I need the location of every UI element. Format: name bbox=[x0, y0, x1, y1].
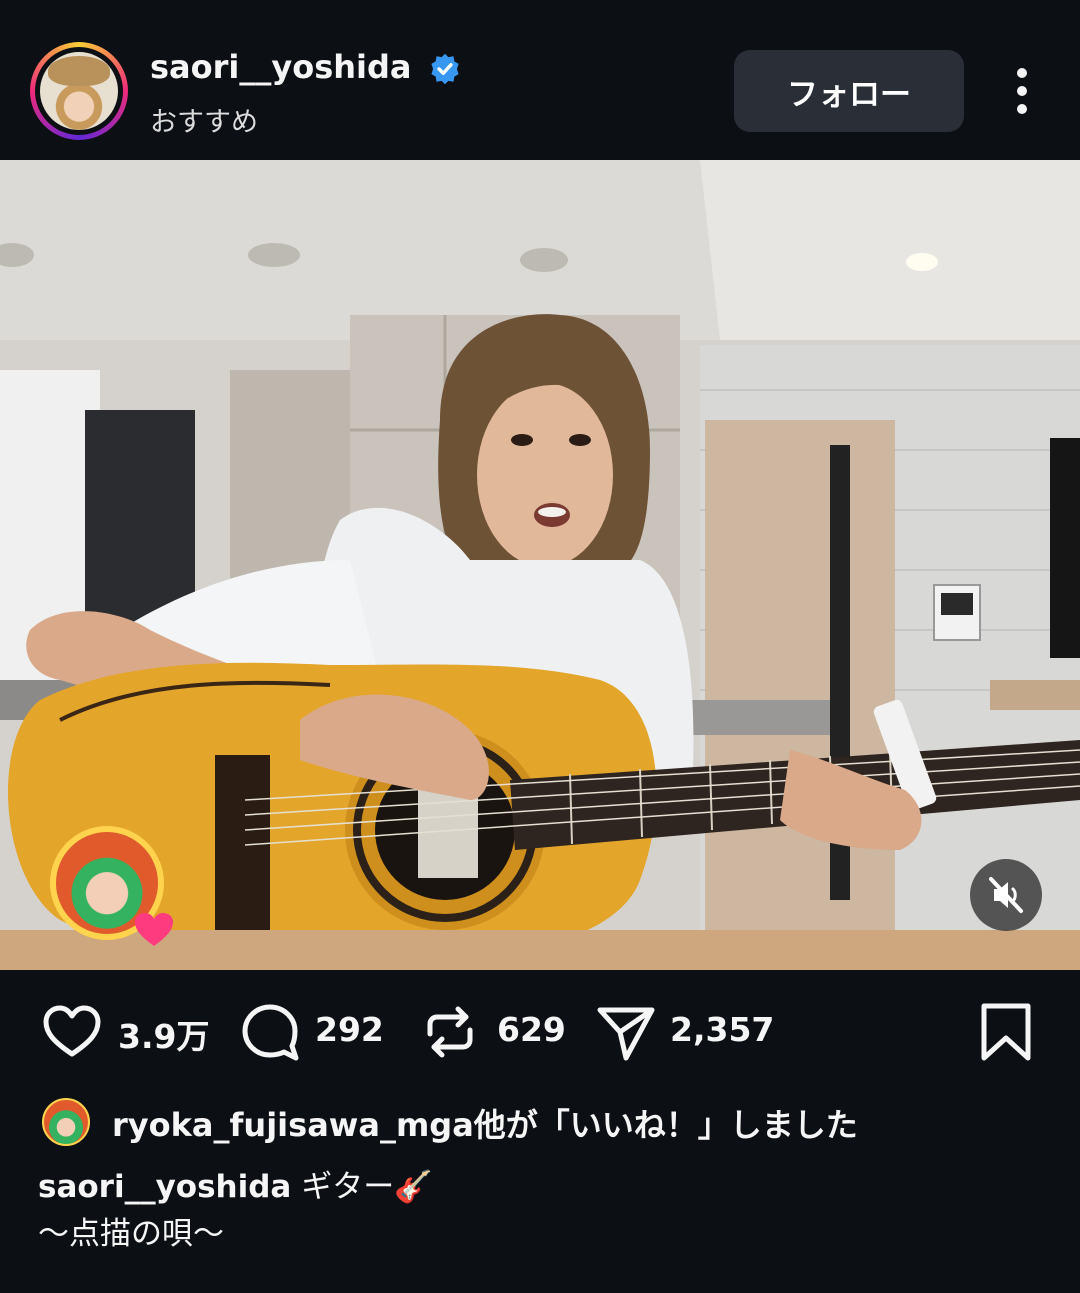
liked-by-text[interactable]: ryoka_fujisawa_mga他が「いいね！」しました bbox=[112, 1100, 858, 1146]
like-count[interactable]: 3.9万 bbox=[118, 1010, 209, 1058]
repost-count[interactable]: 629 bbox=[497, 1010, 566, 1049]
avatar-frame bbox=[35, 47, 123, 135]
verified-badge-icon bbox=[431, 53, 459, 85]
profile-avatar[interactable] bbox=[30, 42, 128, 140]
caption: saori__yoshida ギター🎸 〜点描の唄〜 bbox=[38, 1164, 1038, 1258]
post-header: saori__yoshida おすすめ フォロー bbox=[0, 0, 1080, 160]
video-player[interactable] bbox=[0, 160, 1080, 970]
liked-by-avatar[interactable] bbox=[42, 1098, 90, 1146]
follow-button[interactable]: フォロー bbox=[734, 50, 964, 132]
mute-toggle[interactable] bbox=[970, 859, 1042, 931]
like-icon[interactable] bbox=[42, 1002, 102, 1062]
caption-text: ギター🎸 bbox=[301, 1169, 433, 1205]
mute-icon bbox=[989, 877, 1023, 913]
repost-icon[interactable] bbox=[420, 1002, 480, 1062]
more-options-icon[interactable] bbox=[1000, 66, 1044, 116]
avatar-photo bbox=[40, 52, 118, 130]
share-count[interactable]: 2,357 bbox=[670, 1010, 774, 1049]
caption-username[interactable]: saori__yoshida bbox=[38, 1169, 291, 1205]
liked-by-row[interactable]: ryoka_fujisawa_mga他が「いいね！」しました bbox=[0, 1096, 1080, 1146]
heart-badge-icon bbox=[135, 913, 173, 946]
avatar-hat bbox=[48, 56, 110, 86]
comment-count[interactable]: 292 bbox=[315, 1010, 384, 1049]
post-subtitle: おすすめ bbox=[150, 107, 258, 138]
save-icon[interactable] bbox=[976, 1002, 1036, 1062]
comment-icon[interactable] bbox=[240, 1002, 300, 1062]
share-icon[interactable] bbox=[596, 1002, 656, 1062]
action-bar: 3.9万 292 629 2,357 bbox=[0, 990, 1080, 1074]
caption-subtitle: 〜点描の唄〜 bbox=[38, 1216, 224, 1252]
video-frame bbox=[0, 160, 1080, 970]
username[interactable]: saori__yoshida bbox=[150, 48, 412, 86]
